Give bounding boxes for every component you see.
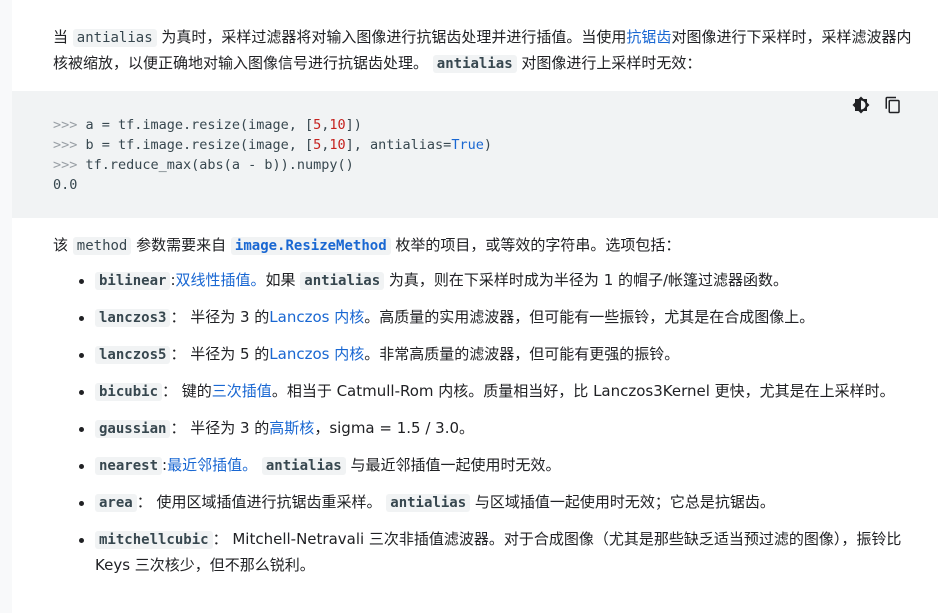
option-code: bilinear bbox=[95, 272, 171, 290]
inline-code-link: image.ResizeMethod bbox=[230, 237, 391, 255]
list-item-mitchellcubic: mitchellcubic： Mitchell-Netravali 三次非插值滤… bbox=[53, 527, 913, 578]
list-item-bilinear: bilinear:双线性插值。如果 antialias 为真，则在下采样时成为半… bbox=[53, 268, 913, 294]
text: ： 半径为 3 的 bbox=[170, 308, 270, 326]
bullet bbox=[79, 501, 84, 506]
left-edge-bar bbox=[0, 0, 12, 613]
inline-code-antialias: antialias bbox=[386, 494, 471, 512]
lanczos-kernel-link[interactable]: Lanczos 内核 bbox=[269, 345, 364, 363]
text: 与最近邻插值一起使用时无效。 bbox=[345, 456, 561, 474]
code-example-block: >>> a = tf.image.resize(image, [5,10]) >… bbox=[12, 91, 938, 218]
inline-code-antialias: antialias bbox=[432, 55, 517, 73]
code-text: >>> a = tf.image.resize(image, [5,10]) >… bbox=[53, 115, 492, 195]
resize-method-options-list: bilinear:双线性插值。如果 antialias 为真，则在下采样时成为半… bbox=[53, 268, 913, 589]
option-code: bicubic bbox=[95, 383, 163, 401]
lanczos-kernel-link[interactable]: Lanczos 内核 bbox=[269, 308, 364, 326]
list-item-lanczos3: lanczos3： 半径为 3 的Lanczos 内核。高质量的实用滤波器，但可… bbox=[53, 305, 913, 331]
keyword-token: True bbox=[451, 137, 484, 153]
code-token: ]) bbox=[345, 117, 362, 133]
number-token: 10 bbox=[329, 117, 346, 133]
number-token: 5 bbox=[313, 137, 322, 153]
text: 枚举的项目，或等效的字符串。选项包括： bbox=[390, 236, 681, 254]
code-toolbar bbox=[852, 96, 902, 114]
list-item-gaussian: gaussian： 半径为 3 的高斯核，sigma = 1.5 / 3.0。 bbox=[53, 416, 913, 442]
text: 为真，则在下采样时成为半径为 1 的帽子/帐篷过滤器函数。 bbox=[384, 271, 789, 289]
option-code: lanczos5 bbox=[95, 346, 171, 364]
nearest-neighbor-link[interactable]: 最近邻插值。 bbox=[167, 456, 257, 474]
text: 。相当于 Catmull-Rom 内核。质量相当好，比 Lanczos3Kern… bbox=[271, 382, 895, 400]
gaussian-kernel-link[interactable]: 高斯核 bbox=[269, 419, 314, 437]
text: 。高质量的实用滤波器，但可能有一些振铃，尤其是在合成图像上。 bbox=[364, 308, 815, 326]
text: ： Mitchell-Netravali 三次非插值滤波器。对于合成图像（尤其是… bbox=[95, 530, 902, 574]
code-output: 0.0 bbox=[53, 177, 78, 193]
list-item-area: area： 使用区域插值进行抗锯齿重采样。 antialias 与区域插值一起使… bbox=[53, 490, 913, 516]
text: 参数需要来自 bbox=[131, 236, 231, 254]
prompt: >>> bbox=[53, 157, 86, 173]
inline-code-method: method bbox=[72, 237, 132, 255]
bullet bbox=[79, 279, 84, 284]
method-description: 该 method 参数需要来自 image.ResizeMethod 枚举的项目… bbox=[53, 233, 913, 259]
code-line: >>> b = tf.image.resize(image, [5,10], a… bbox=[53, 137, 492, 153]
code-line: >>> tf.reduce_max(abs(a - b)).numpy() bbox=[53, 157, 354, 173]
bullet bbox=[79, 353, 84, 358]
resize-method-link[interactable]: image.ResizeMethod bbox=[230, 236, 391, 255]
text: ： 半径为 3 的 bbox=[170, 419, 270, 437]
text: 如果 bbox=[265, 271, 301, 289]
number-token: 5 bbox=[313, 117, 322, 133]
text: 该 bbox=[53, 236, 73, 254]
cubic-interpolation-link[interactable]: 三次插值 bbox=[212, 382, 272, 400]
option-code: nearest bbox=[95, 457, 163, 475]
prompt: >>> bbox=[53, 117, 86, 133]
list-item-bicubic: bicubic： 键的三次插值。相当于 Catmull-Rom 内核。质量相当好… bbox=[53, 379, 913, 405]
bullet bbox=[79, 390, 84, 395]
option-code: lanczos3 bbox=[95, 309, 171, 327]
option-code: mitchellcubic bbox=[95, 531, 213, 549]
bullet bbox=[79, 538, 84, 543]
text: 当 bbox=[53, 28, 73, 46]
prompt: >>> bbox=[53, 137, 86, 153]
text: ： 键的 bbox=[162, 382, 212, 400]
text: ： 半径为 5 的 bbox=[170, 345, 270, 363]
text: ： 使用区域插值进行抗锯齿重采样。 bbox=[136, 493, 387, 511]
copy-icon[interactable] bbox=[884, 96, 902, 114]
inline-code-antialias: antialias bbox=[72, 29, 157, 47]
antialias-description: 当 antialias 为真时，采样过滤器将对输入图像进行抗锯齿处理并进行插值。… bbox=[53, 25, 913, 77]
bullet bbox=[79, 316, 84, 321]
theme-toggle-icon[interactable] bbox=[852, 96, 870, 114]
list-item-lanczos5: lanczos5： 半径为 5 的Lanczos 内核。非常高质量的滤波器，但可… bbox=[53, 342, 913, 368]
option-code: area bbox=[95, 494, 137, 512]
antialiasing-link[interactable]: 抗锯齿 bbox=[626, 28, 671, 46]
option-code: gaussian bbox=[95, 420, 171, 438]
code-token: a = tf.image.resize(image, [ bbox=[85, 117, 314, 133]
inline-code-antialias: antialias bbox=[261, 457, 346, 475]
text: 。非常高质量的滤波器，但可能有更强的振铃。 bbox=[364, 345, 680, 363]
text: 为真时，采样过滤器将对输入图像进行抗锯齿处理并进行插值。当使用 bbox=[156, 28, 627, 46]
code-token: tf.reduce_max(abs(a - b)).numpy() bbox=[85, 157, 354, 173]
inline-code-antialias: antialias bbox=[300, 272, 385, 290]
text: 与区域插值一起使用时无效；它总是抗锯齿。 bbox=[470, 493, 775, 511]
code-token: b = tf.image.resize(image, [ bbox=[85, 137, 314, 153]
bilinear-interpolation-link[interactable]: 双线性插值。 bbox=[176, 271, 266, 289]
list-item-nearest: nearest:最近邻插值。 antialias 与最近邻插值一起使用时无效。 bbox=[53, 453, 913, 479]
bullet bbox=[79, 427, 84, 432]
bullet bbox=[79, 464, 84, 469]
number-token: 10 bbox=[329, 137, 346, 153]
text: ，sigma = 1.5 / 3.0。 bbox=[314, 419, 475, 437]
code-token: ) bbox=[483, 137, 492, 153]
text: 对图像进行上采样时无效： bbox=[516, 54, 702, 72]
code-token: ], antialias= bbox=[345, 137, 452, 153]
code-line: >>> a = tf.image.resize(image, [5,10]) bbox=[53, 117, 362, 133]
